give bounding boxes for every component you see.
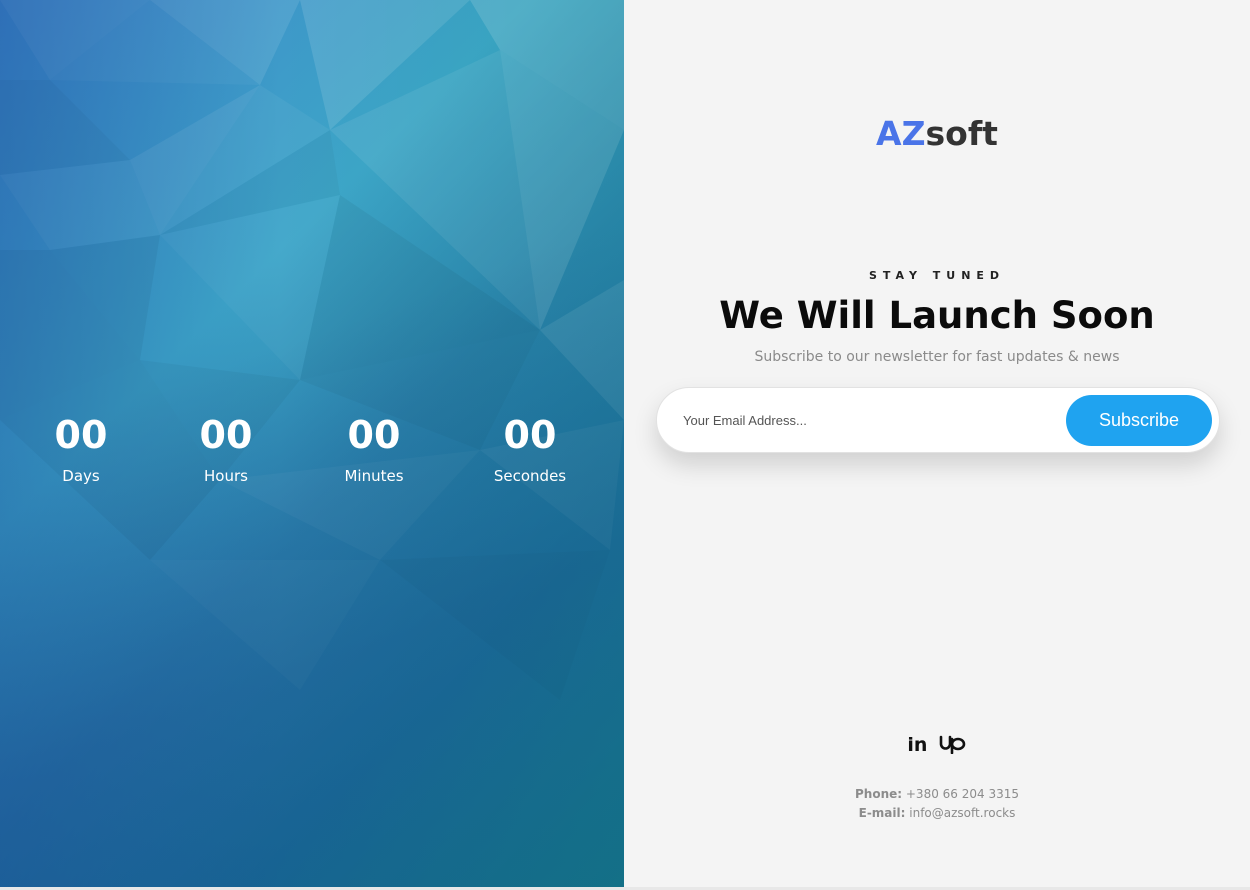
logo[interactable]: AZsoft [624,112,1250,156]
logo-soft: soft [925,114,998,153]
countdown-hours-value: 00 [199,413,253,457]
countdown-days: 00 Days [11,410,151,492]
email-field[interactable] [683,406,1043,434]
countdown-seconds: 00 Secondes [460,410,600,492]
contact-email-row: E-mail: info@azsoft.rocks [624,804,1250,823]
email-value[interactable]: info@azsoft.rocks [909,806,1015,820]
email-label: E-mail: [858,806,906,820]
upwork-icon[interactable] [939,732,967,758]
countdown: 00 Days 00 Hours 00 Minutes 00 Secondes [0,410,624,500]
contact-phone-row: Phone: +380 66 204 3315 [624,785,1250,804]
page-title: We Will Launch Soon [719,294,1155,337]
countdown-days-label: Days [62,467,100,485]
countdown-seconds-value: 00 [503,413,557,457]
content-panel: AZsoft STAY TUNED We Will Launch Soon Su… [624,0,1250,890]
countdown-minutes-label: Minutes [344,467,404,485]
phone-label: Phone: [854,787,903,801]
subscribe-button[interactable]: Subscribe [1066,395,1212,446]
countdown-hours: 00 Hours [156,410,296,492]
countdown-hours-label: Hours [204,467,248,485]
countdown-minutes: 00 Minutes [304,410,444,492]
countdown-days-value: 00 [54,413,108,457]
page-subtitle: Subscribe to our newsletter for fast upd… [754,349,1120,365]
linkedin-icon[interactable]: in [907,734,927,756]
hero-background-panel: 00 Days 00 Hours 00 Minutes 00 Secondes [0,0,624,890]
phone-value[interactable]: +380 66 204 3315 [906,787,1019,801]
logo-az: AZ [876,114,926,153]
upwork-icon-graphic [939,735,965,755]
eyebrow-text: STAY TUNED [868,269,1006,282]
countdown-seconds-label: Secondes [493,467,567,485]
subscribe-form: Subscribe [656,387,1220,453]
contact-info: Phone: +380 66 204 3315 E-mail: info@azs… [624,785,1250,823]
countdown-minutes-value: 00 [347,413,401,457]
social-links: in [624,732,1250,760]
